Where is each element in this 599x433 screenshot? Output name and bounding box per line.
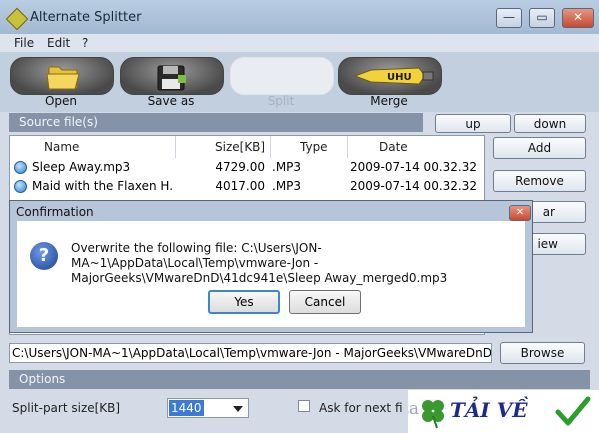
column-separator	[270, 136, 271, 158]
dialog-close-button[interactable]: ✕	[509, 205, 531, 221]
svg-text:ta: ta	[408, 399, 419, 419]
minimize-button[interactable]: —	[496, 8, 522, 28]
column-separator	[175, 136, 176, 158]
save-as-button[interactable]	[120, 57, 224, 95]
move-down-button[interactable]: down	[514, 114, 586, 133]
split-size-value: 1440	[169, 400, 204, 416]
options-header: Options	[9, 370, 590, 389]
ask-next-label: Ask for next fi	[319, 401, 403, 415]
close-button[interactable]: ✕	[562, 8, 594, 28]
file-type: .MP3	[272, 160, 302, 174]
file-date: 2009-07-14 00.32.32	[350, 160, 477, 174]
file-type: .MP3	[272, 179, 302, 193]
output-path-field[interactable]: C:\Users\JON-MA~1\AppData\Local\Temp\vmw…	[9, 343, 492, 363]
add-button[interactable]: Add	[493, 137, 586, 159]
save-as-label: Save as	[147, 94, 195, 108]
file-row[interactable]: Sleep Away.mp3 4729.00 .MP3 2009-07-14 0…	[10, 159, 484, 177]
watermark-graphic: ta TẢI VỀ	[402, 395, 591, 429]
remove-button[interactable]: Remove	[493, 170, 586, 192]
merge-button[interactable]: UHU	[338, 57, 442, 95]
check-icon	[555, 396, 591, 426]
browse-button[interactable]: Browse	[500, 342, 585, 364]
split-size-label: Split-part size[KB]	[12, 401, 121, 415]
file-date: 2009-07-14 00.32.32	[350, 179, 477, 193]
confirmation-dialog: Confirmation ✕ ? Overwrite the following…	[9, 200, 533, 333]
watermark-text: TẢI VỀ	[450, 395, 528, 422]
floppy-icon	[157, 65, 186, 91]
file-name: Maid with the Flaxen H...	[32, 179, 172, 193]
open-label: Open	[44, 94, 78, 108]
clover-icon	[422, 400, 444, 429]
split-button[interactable]	[230, 57, 334, 95]
split-label: Split	[267, 94, 295, 108]
open-button[interactable]	[10, 57, 114, 95]
dialog-title: Confirmation	[16, 205, 94, 219]
column-separator	[347, 136, 348, 158]
glue-tube-icon: UHU	[353, 67, 434, 85]
maximize-button[interactable]: ▭	[529, 8, 555, 28]
menu-help[interactable]: ?	[82, 36, 88, 50]
title-bar[interactable]: Alternate Splitter — ▭ ✕	[0, 0, 599, 34]
column-size[interactable]: Size[KB]	[215, 136, 265, 158]
file-size: 4729.00	[215, 160, 265, 174]
dialog-message: Overwrite the following file: C:\Users\J…	[71, 241, 448, 285]
menu-file[interactable]: File	[14, 36, 34, 50]
file-size: 4017.00	[215, 179, 265, 193]
column-date[interactable]: Date	[379, 136, 408, 158]
merge-label: Merge	[370, 94, 408, 108]
ask-next-checkbox[interactable]	[298, 400, 310, 412]
column-name[interactable]: Name	[44, 136, 79, 158]
column-type[interactable]: Type	[300, 136, 328, 158]
audio-file-icon	[14, 161, 27, 174]
file-row[interactable]: Maid with the Flaxen H... 4017.00 .MP3 2…	[10, 178, 484, 196]
source-files-header: Source file(s)	[9, 113, 423, 132]
window-title: Alternate Splitter	[30, 10, 142, 25]
move-up-button[interactable]: up	[435, 114, 511, 133]
audio-file-icon	[14, 180, 27, 193]
app-window: Alternate Splitter — ▭ ✕ File Edit ? Ope…	[0, 0, 599, 433]
split-size-select[interactable]: 1440	[167, 398, 249, 418]
merge-glue-label: UHU	[387, 72, 412, 83]
yes-button[interactable]: Yes	[208, 290, 280, 314]
file-name: Sleep Away.mp3	[32, 160, 131, 174]
download-watermark: ta TẢI VỀ	[402, 390, 599, 433]
cancel-button[interactable]: Cancel	[289, 290, 361, 314]
question-icon: ?	[30, 242, 58, 270]
toolbar: Open Save as Split UHU Merge	[0, 52, 599, 112]
menu-edit[interactable]: Edit	[47, 36, 70, 50]
menu-bar: File Edit ?	[0, 34, 599, 52]
chevron-down-icon	[233, 406, 243, 412]
dialog-body: ? Overwrite the following file: C:\Users…	[17, 221, 525, 327]
folder-icon	[46, 66, 80, 90]
app-icon	[5, 7, 29, 31]
